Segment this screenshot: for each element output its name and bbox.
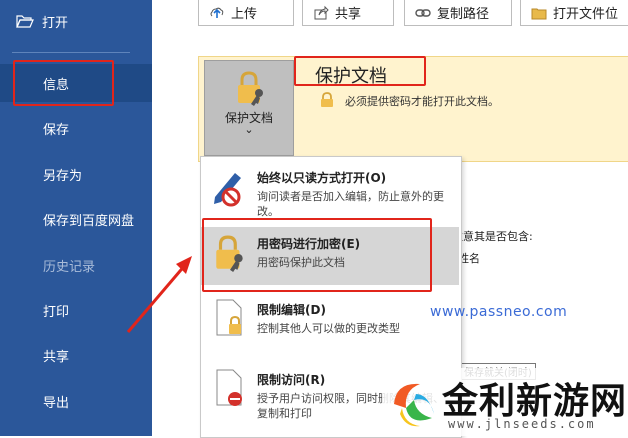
menu-item-title: 限制访问(R) [257, 373, 326, 387]
upload-button[interactable]: 上传 [198, 0, 294, 26]
document-lock-icon [215, 299, 245, 343]
open-file-location-button[interactable]: 打开文件位 [520, 0, 628, 26]
highlight-box-title [294, 56, 426, 86]
sidebar-item-save-as[interactable]: 另存为 [0, 155, 152, 193]
menu-item-desc: 控制其他人可以做的更改类型 [257, 322, 400, 335]
lock-key-icon [235, 71, 267, 111]
chevron-down-icon: ⌄ [244, 123, 254, 136]
highlight-box-info [13, 60, 114, 106]
sidebar-item-label: 历史记录 [43, 259, 96, 275]
share-button[interactable]: 共享 [302, 0, 394, 26]
inspect-text: 注意其是否包含: [452, 230, 533, 243]
link-icon [415, 5, 431, 21]
document-restricted-icon [215, 369, 245, 413]
logo-url: www.jlnseeds.com [448, 417, 596, 431]
sidebar-item-label: 打开 [42, 15, 69, 31]
upload-label: 上传 [231, 7, 258, 22]
protect-description: 必须提供密码才能打开此文档。 [345, 95, 499, 108]
menu-item-title: 始终以只读方式打开(O) [257, 171, 387, 185]
sidebar-item-share[interactable]: 共享 [0, 336, 152, 374]
watermark-text: www.passneo.com [430, 304, 568, 320]
sidebar-item-open[interactable]: 打开 [0, 2, 152, 40]
sidebar-item-label: 导出 [43, 395, 70, 411]
share-label: 共享 [335, 7, 362, 22]
sidebar-item-label: 共享 [43, 349, 70, 365]
copy-path-label: 复制路径 [437, 7, 490, 22]
protect-document-button[interactable]: 保护文档 ⌄ [204, 60, 294, 156]
sidebar-item-save-baidu[interactable]: 保存到百度网盘 [0, 200, 152, 238]
menu-item-restrict-editing[interactable]: 限制编辑(D) 控制其他人可以做的更改类型 [201, 293, 459, 351]
share-icon [313, 5, 329, 21]
sidebar-item-save[interactable]: 保存 [0, 109, 152, 147]
sidebar-item-export[interactable]: 导出 [0, 382, 152, 420]
copy-path-button[interactable]: 复制路径 [404, 0, 512, 26]
annotation-arrow-icon [126, 256, 192, 333]
folder-open-icon [16, 14, 34, 28]
menu-item-readonly[interactable]: 始终以只读方式打开(O) 询问读者是否加入编辑，防止意外的更改。 [201, 161, 459, 219]
sidebar-item-label: 打印 [43, 304, 70, 320]
sidebar-item-label: 保存到百度网盘 [43, 213, 135, 229]
no-edit-pencil-icon [211, 169, 247, 211]
sidebar-item-label: 保存 [43, 122, 70, 138]
highlight-box-encrypt [202, 218, 432, 292]
folder-icon [531, 5, 547, 21]
logo-swirl-icon [386, 374, 440, 436]
upload-icon [209, 5, 225, 21]
open-location-label: 打开文件位 [553, 7, 619, 22]
menu-item-desc: 询问读者是否加入编辑，防止意外的更改。 [257, 190, 444, 218]
menu-item-title: 限制编辑(D) [257, 303, 326, 317]
small-lock-icon [320, 92, 334, 112]
sidebar-item-label: 另存为 [43, 168, 83, 184]
sidebar-divider [12, 52, 130, 53]
